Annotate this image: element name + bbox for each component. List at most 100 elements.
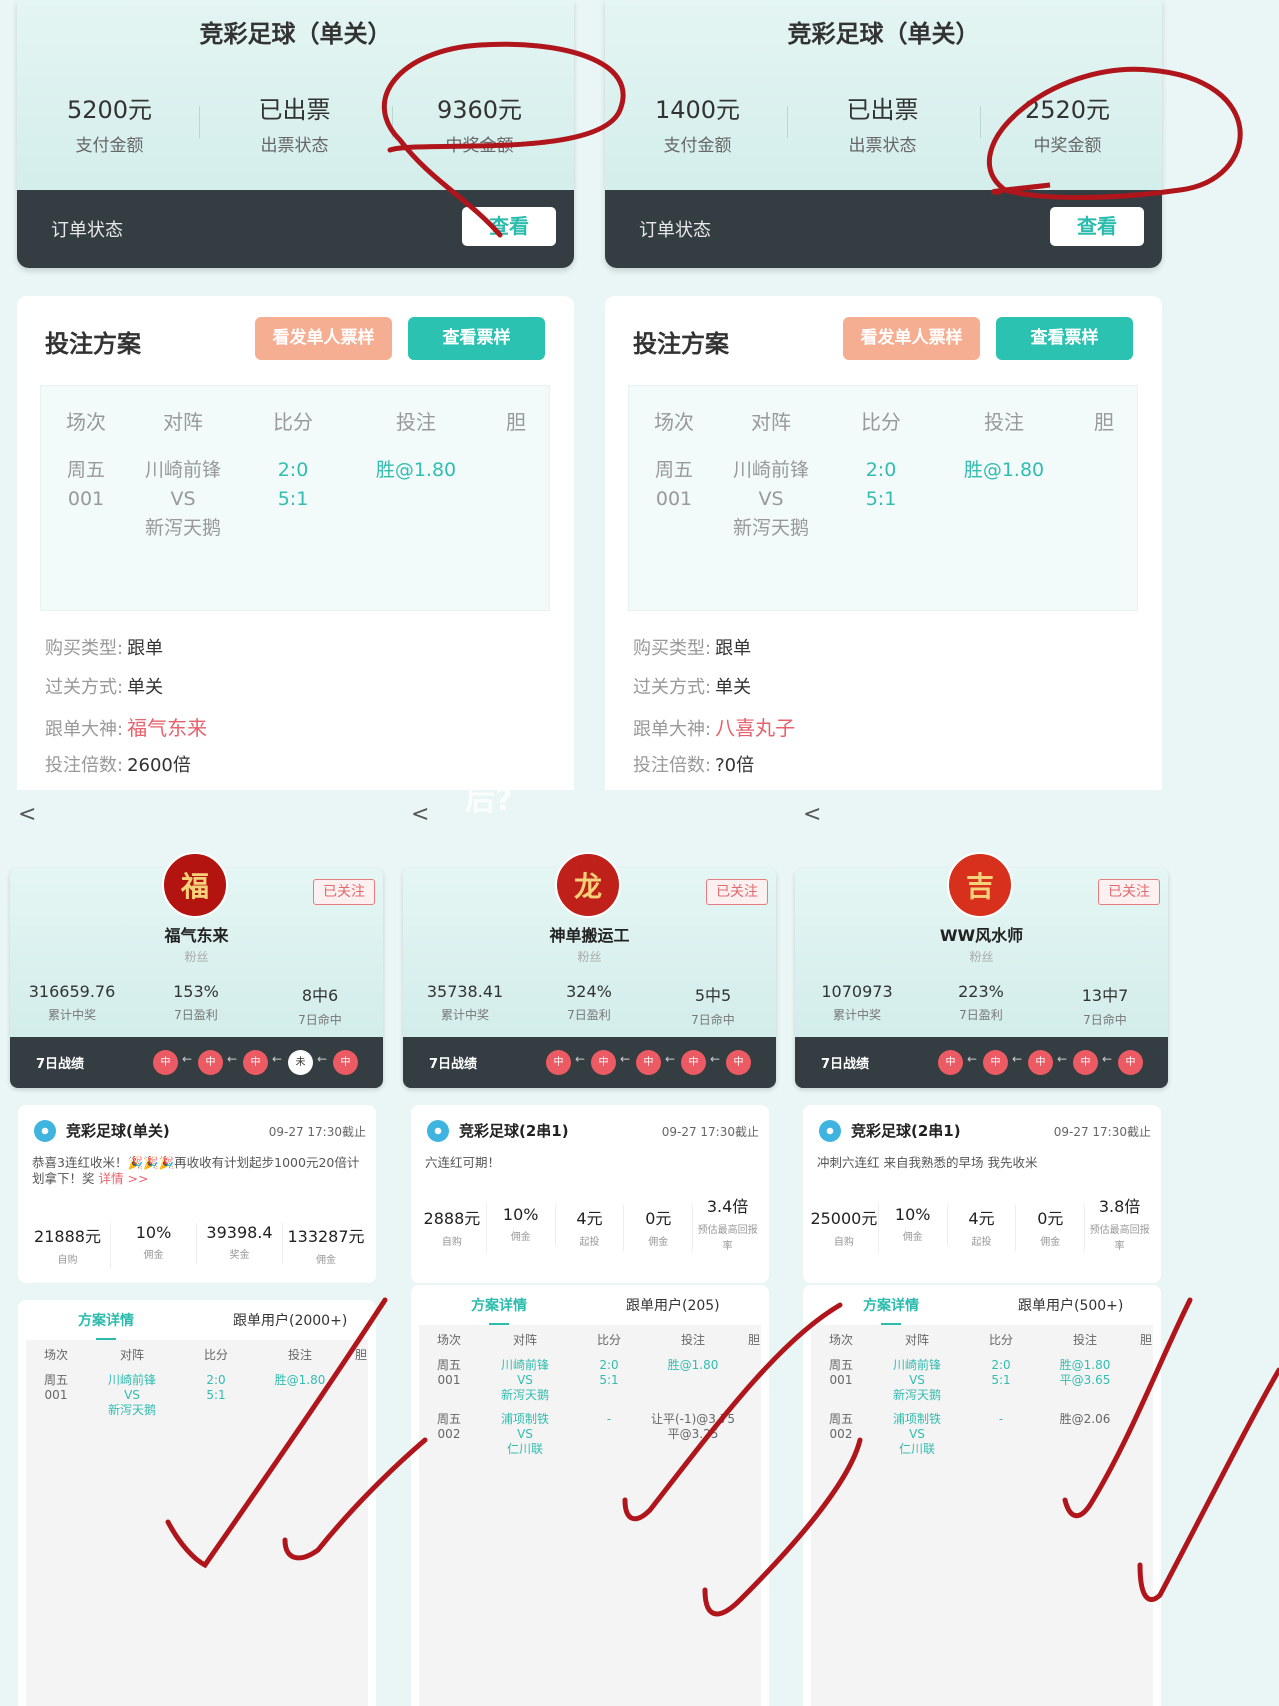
follow-button[interactable]: 已关注	[706, 879, 768, 905]
record-dot: 中	[636, 1050, 661, 1075]
metric-label: 佣金	[1040, 1237, 1061, 1248]
stat-value: 153%	[173, 982, 219, 1001]
seven-day-record: 7日战绩 中 ← 中 ← 中 ← 中 ← 中	[403, 1037, 776, 1088]
follow-button[interactable]: 已关注	[1098, 879, 1160, 905]
tab-followers[interactable]: 跟单用户(205)	[626, 1295, 720, 1315]
details-table: 场次 对阵 比分 投注 胆周五 001 川崎前锋 VS 新泻天鹅 2:0 5:1 胜@1.80…	[419, 1325, 761, 1706]
metric-value: 0元	[645, 1209, 672, 1228]
stat-value: 324%	[566, 982, 612, 1001]
order-stat: 5200元 支付金额	[17, 90, 202, 156]
order-stat: 1400元 支付金额	[605, 90, 790, 156]
metric-value: 39398.4	[206, 1223, 273, 1242]
cell-score: 2:0 5:1	[206, 1373, 226, 1402]
fans-label: 粉丝	[184, 950, 209, 964]
plan-card[interactable]: 竞彩足球(2串1) 09-27 17:30截止 六连红可期！ 2888元 自购 10…	[411, 1105, 769, 1283]
plan-metric: 25000元 自购	[810, 1205, 879, 1251]
plan-description: 六连红可期！	[425, 1155, 761, 1171]
expert-stat: 5中5 7日命中	[651, 982, 775, 1028]
metric-label: 起投	[579, 1237, 600, 1248]
table-header: 场次	[43, 1348, 68, 1362]
plan-metric: 21888元 自购	[25, 1223, 111, 1269]
details-link[interactable]: 详情 >>	[99, 1171, 149, 1186]
cell-line: 5:1	[865, 488, 897, 510]
view-ticket-sample-button[interactable]: 查看票样	[996, 317, 1133, 360]
tab-plan-details[interactable]: 方案详情	[471, 1295, 527, 1326]
table-header: 场次	[654, 410, 694, 434]
view-button[interactable]: 查看	[462, 207, 556, 246]
metric-label: 自购	[441, 1237, 462, 1248]
info-value[interactable]: 八喜丸子	[715, 716, 795, 740]
table-header: 胆	[354, 1348, 367, 1362]
cell-match: 川崎前锋 VS 新泻天鹅	[500, 1358, 549, 1402]
expert-stat: 13中7 7日命中	[1043, 982, 1167, 1028]
desc-text: 六连红可期！	[425, 1155, 501, 1170]
back-button[interactable]: <	[803, 802, 821, 827]
expert-column: < 福 已关注 福气东来 粉丝 316659.76 累计中奖 153% 7日盈利 8中6 7…	[10, 790, 383, 1706]
order-status-label: 订单状态	[51, 220, 123, 241]
table-header: 投注	[396, 410, 436, 434]
view-button[interactable]: 查看	[1050, 207, 1144, 246]
cell-bet: 胜@1.80	[375, 459, 457, 481]
plan-card[interactable]: 竞彩足球(2串1) 09-27 17:30截止 冲刺六连红 来自我熟悉的早场 我…	[803, 1105, 1161, 1283]
plan-title: 投注方案	[45, 330, 141, 358]
details-table: 场次 对阵 比分 投注 胆周五 001 川崎前锋 VS 新泻天鹅 2:0 5:1 胜@1.80…	[811, 1325, 1153, 1706]
bet-table: 场次 对阵 比分 投注胆周五 001 川崎前锋 VS 新泻天鹅 2:0 5:1 胜@1.80	[628, 385, 1138, 611]
table-header: 场次	[436, 1333, 461, 1347]
back-button[interactable]: <	[411, 802, 429, 827]
stat-label: 累计中奖	[440, 1008, 489, 1022]
record-dot: 中	[333, 1050, 358, 1075]
metric-value: 10%	[135, 1223, 172, 1242]
metric-label: 预估最高回报率	[697, 1225, 758, 1252]
divider	[980, 106, 981, 138]
cell-line: 新泻天鹅	[144, 517, 221, 539]
issuer-ticket-sample-button[interactable]: 看发单人票样	[255, 317, 392, 360]
metric-label: 佣金	[316, 1255, 336, 1266]
cell-session: 周五 002	[828, 1412, 853, 1441]
info-value[interactable]: 福气东来	[127, 716, 207, 740]
record-dot: 中	[1073, 1050, 1098, 1075]
stat-value: 223%	[958, 982, 1004, 1001]
cell-session: 周五 001	[51, 456, 121, 514]
table-header: 对阵	[512, 1333, 537, 1347]
cell-score: 2:0 5:1	[258, 456, 328, 514]
tab-plan-details[interactable]: 方案详情	[863, 1295, 919, 1326]
expert-stat: 223% 7日盈利	[919, 982, 1043, 1023]
tab-plan-details[interactable]: 方案详情	[78, 1310, 134, 1341]
view-ticket-sample-button[interactable]: 查看票样	[408, 317, 545, 360]
stat-label: 7日盈利	[959, 1008, 1003, 1022]
order-summary: 竞彩足球（单关） 5200元 支付金额 已出票 出票状态 9360元 中奖金额 订单状态 查看	[17, 0, 574, 268]
metric-value: 3.8倍	[1098, 1197, 1141, 1216]
record-label: 7日战绩	[429, 1057, 478, 1072]
stat-label: 支付金额	[663, 136, 732, 156]
stat-value: 35738.41	[426, 982, 504, 1001]
expert-name: 福气东来	[164, 926, 229, 945]
cell-session: 周五 001	[639, 456, 709, 514]
follow-button[interactable]: 已关注	[313, 879, 375, 905]
cell-line: 新泻天鹅	[732, 517, 809, 539]
info-label: 跟单大神:	[45, 719, 124, 740]
info-row: 过关方式: 单关	[633, 673, 751, 699]
info-label: 购买类型:	[633, 638, 712, 659]
plan-card[interactable]: 竞彩足球(单关) 09-27 17:30截止 恭喜3连红收米！🎉🎉🎉再收收有计划…	[18, 1105, 376, 1283]
info-label: 过关方式:	[45, 677, 124, 698]
metric-label: 奖金	[229, 1250, 250, 1261]
cell-line: 5:1	[277, 488, 309, 510]
tab-followers[interactable]: 跟单用户(500+)	[1018, 1295, 1123, 1315]
record-dot: 中	[938, 1050, 963, 1075]
order-status-label: 订单状态	[639, 220, 711, 241]
metric-label: 起投	[971, 1237, 992, 1248]
info-value: 单关	[127, 677, 164, 698]
stat-label: 中奖金额	[1033, 136, 1102, 156]
order-status-bar: 订单状态 查看	[17, 190, 574, 268]
metric-label: 佣金	[143, 1250, 164, 1261]
info-label: 跟单大神:	[633, 719, 712, 740]
issuer-ticket-sample-button[interactable]: 看发单人票样	[843, 317, 980, 360]
stat-label: 7日盈利	[174, 1008, 218, 1022]
order-stat: 已出票 出票状态	[202, 90, 387, 156]
record-dot: 中	[983, 1050, 1008, 1075]
stat-label: 支付金额	[75, 136, 144, 156]
back-button[interactable]: <	[18, 802, 36, 827]
stat-label: 累计中奖	[47, 1008, 96, 1022]
info-row: 投注倍数: ?0倍	[633, 751, 754, 777]
tab-followers[interactable]: 跟单用户(2000+)	[233, 1310, 347, 1330]
